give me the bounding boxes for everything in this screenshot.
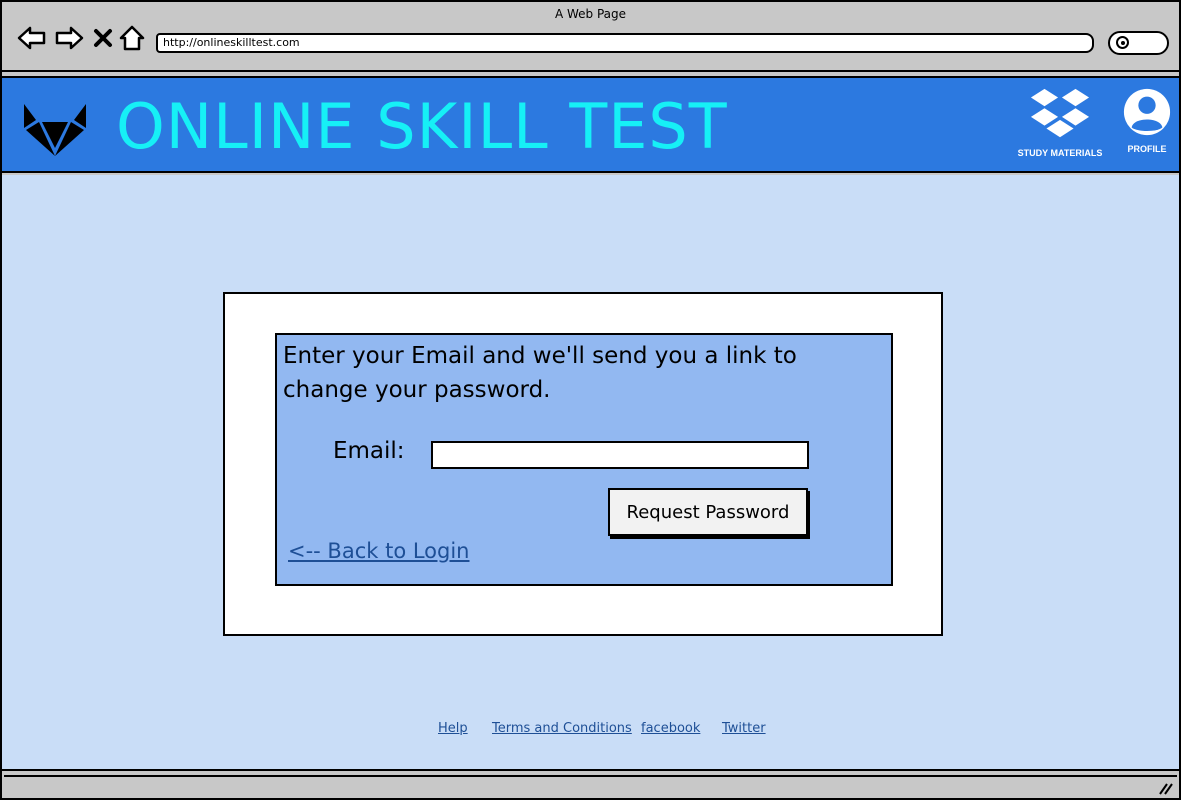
twitter-link[interactable]: Twitter <box>722 721 766 736</box>
browser-toolbar: A Web Page http://onlineskilltest.com <box>2 2 1179 72</box>
email-label: Email: <box>333 438 405 464</box>
app-header: ONLINE SKILL TEST STUDY MATERIALS PROFIL… <box>2 76 1179 173</box>
facebook-link[interactable]: facebook <box>641 721 700 736</box>
back-arrow-icon[interactable] <box>17 24 47 52</box>
status-bar <box>2 769 1179 798</box>
request-password-button[interactable]: Request Password <box>608 488 808 536</box>
fox-logo-icon[interactable] <box>22 98 88 158</box>
footer-links: Help Terms and Conditions facebook Twitt… <box>2 721 1179 741</box>
user-icon <box>1123 88 1171 136</box>
password-reset-card: Enter your Email and we'll send you a li… <box>223 292 943 636</box>
main-content: Enter your Email and we'll send you a li… <box>2 175 1179 769</box>
resize-grip-icon[interactable] <box>1157 780 1173 795</box>
status-bar-divider <box>4 775 1177 793</box>
instructions-text: Enter your Email and we'll send you a li… <box>283 343 797 403</box>
study-materials-button[interactable]: STUDY MATERIALS <box>1012 86 1108 158</box>
forward-arrow-icon[interactable] <box>54 24 84 52</box>
email-field[interactable] <box>431 441 809 469</box>
window-title: A Web Page <box>554 7 627 21</box>
close-x-icon[interactable] <box>91 24 115 52</box>
password-reset-form: Enter your Email and we'll send you a li… <box>275 333 893 586</box>
home-icon[interactable] <box>118 24 146 52</box>
profile-label: PROFILE <box>1127 144 1167 154</box>
study-materials-label: STUDY MATERIALS <box>1017 148 1103 158</box>
back-to-login-link[interactable]: <-- Back to Login <box>288 539 470 563</box>
app-title: ONLINE SKILL TEST <box>116 90 728 163</box>
help-link[interactable]: Help <box>438 721 468 736</box>
search-button[interactable] <box>1108 31 1169 55</box>
browser-window: A Web Page http://onlineskilltest.com ON… <box>0 0 1181 800</box>
terms-link[interactable]: Terms and Conditions <box>492 721 632 736</box>
search-icon <box>1116 36 1129 49</box>
dropbox-icon <box>1030 88 1090 138</box>
profile-button[interactable]: PROFILE <box>1120 86 1174 154</box>
url-bar[interactable]: http://onlineskilltest.com <box>156 33 1094 53</box>
